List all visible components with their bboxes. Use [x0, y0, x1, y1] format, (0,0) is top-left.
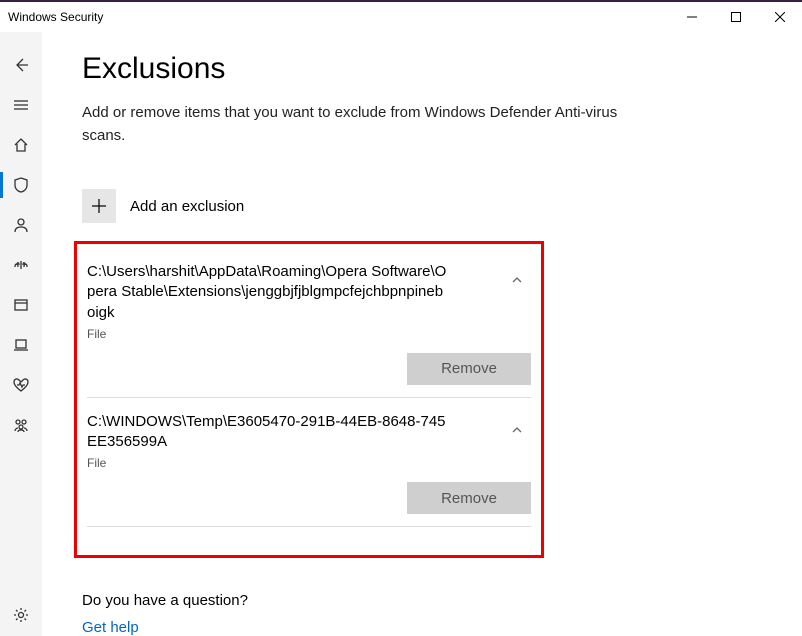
add-exclusion-button[interactable] — [82, 189, 116, 223]
sidebar-item-device[interactable] — [0, 326, 42, 364]
sidebar-item-virus[interactable] — [0, 166, 42, 204]
exclusions-highlight-box: C:\Users\harshit\AppData\Roaming\Opera S… — [74, 241, 544, 558]
page-subtitle: Add or remove items that you want to exc… — [82, 102, 642, 147]
sidebar-item-settings[interactable] — [0, 596, 42, 634]
collapse-toggle[interactable] — [503, 416, 531, 444]
sidebar-item-health[interactable] — [0, 366, 42, 404]
get-help-link[interactable]: Get help — [82, 619, 139, 636]
sidebar — [0, 32, 42, 636]
window-title: Windows Security — [8, 10, 103, 24]
window-controls — [670, 2, 802, 32]
exclusion-path: C:\Users\harshit\AppData\Roaming\Opera S… — [87, 262, 447, 323]
exclusion-type: File — [87, 327, 531, 341]
collapse-toggle[interactable] — [503, 266, 531, 294]
menu-button[interactable] — [0, 86, 42, 124]
sidebar-item-family[interactable] — [0, 406, 42, 444]
exclusion-item[interactable]: C:\WINDOWS\Temp\E3605470-291B-44EB-8648-… — [87, 408, 531, 528]
main-content: Exclusions Add or remove items that you … — [42, 32, 802, 636]
exclusion-type: File — [87, 456, 531, 470]
remove-button[interactable]: Remove — [407, 482, 531, 514]
minimize-button[interactable] — [670, 2, 714, 32]
sidebar-item-app-control[interactable] — [0, 286, 42, 324]
sidebar-item-account[interactable] — [0, 206, 42, 244]
sidebar-item-firewall[interactable] — [0, 246, 42, 284]
plus-icon — [90, 197, 108, 215]
close-button[interactable] — [758, 2, 802, 32]
window-titlebar: Windows Security — [0, 2, 802, 32]
add-exclusion-row[interactable]: Add an exclusion — [82, 189, 762, 223]
back-button[interactable] — [0, 46, 42, 84]
chevron-up-icon — [510, 273, 524, 287]
page-title: Exclusions — [82, 52, 762, 86]
exclusion-path: C:\WINDOWS\Temp\E3605470-291B-44EB-8648-… — [87, 412, 447, 453]
remove-button[interactable]: Remove — [407, 353, 531, 385]
maximize-button[interactable] — [714, 2, 758, 32]
add-exclusion-label: Add an exclusion — [130, 198, 244, 215]
sidebar-item-home[interactable] — [0, 126, 42, 164]
exclusion-item[interactable]: C:\Users\harshit\AppData\Roaming\Opera S… — [87, 258, 531, 398]
chevron-up-icon — [510, 423, 524, 437]
help-question: Do you have a question? — [82, 592, 762, 609]
